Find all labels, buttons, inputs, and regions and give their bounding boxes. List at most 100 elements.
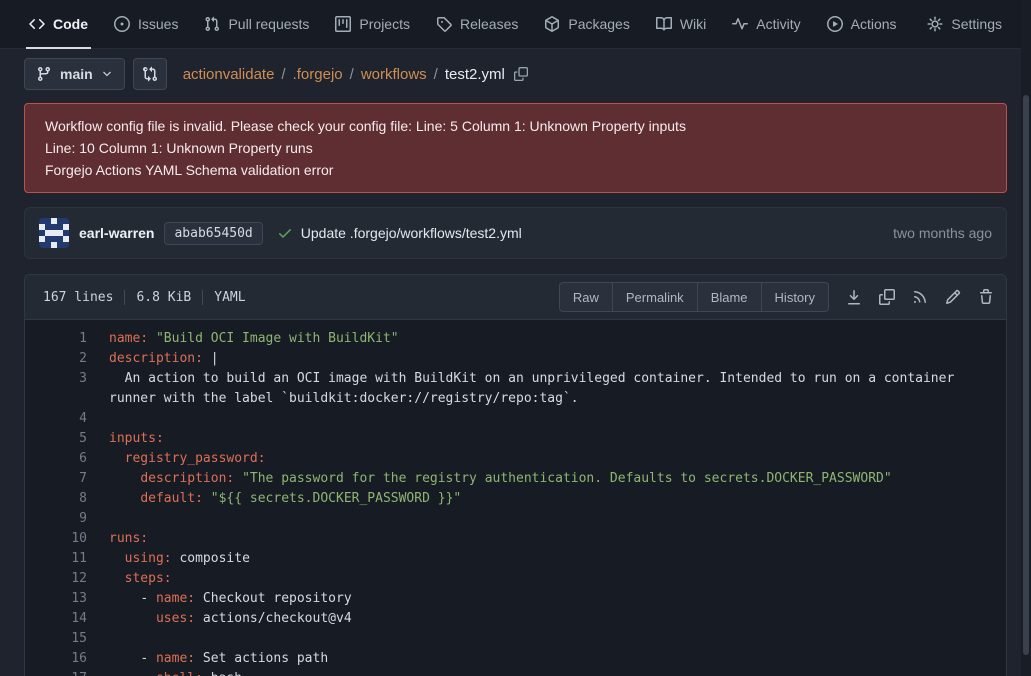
breadcrumb-separator: / xyxy=(434,66,438,83)
code-line: 3 An action to build an OCI image with B… xyxy=(25,369,1006,409)
permalink-button[interactable]: Permalink xyxy=(613,282,698,312)
line-number[interactable]: 5 xyxy=(25,429,87,449)
main-content: main actionvalidate / .forgejo / workflows / t… xyxy=(0,49,1031,676)
nav-tab-actions[interactable]: Actions xyxy=(814,0,910,48)
line-content: - name: Set actions path xyxy=(109,649,1006,669)
code-line: 4 xyxy=(25,409,1006,429)
avatar[interactable] xyxy=(39,218,69,248)
nav-tab-releases[interactable]: Releases xyxy=(423,0,531,48)
code-line: 1name: "Build OCI Image with BuildKit" xyxy=(25,329,1006,349)
nav-tab-issues[interactable]: Issues xyxy=(101,0,191,48)
code-line: 6 registry_password: xyxy=(25,449,1006,469)
line-number[interactable]: 14 xyxy=(25,609,87,629)
code-icon xyxy=(29,16,45,32)
book-icon xyxy=(656,16,672,32)
rss-button[interactable] xyxy=(912,289,928,305)
rss-icon xyxy=(912,289,928,305)
issue-icon xyxy=(114,16,130,32)
copy-path-button[interactable] xyxy=(514,67,528,81)
code-line: 7 description: "The password for the reg… xyxy=(25,469,1006,489)
line-content: using: composite xyxy=(109,549,1006,569)
play-icon xyxy=(827,16,843,32)
commit-status-check[interactable] xyxy=(277,225,293,241)
nav-tab-label: Projects xyxy=(359,16,410,32)
settings-label: Settings xyxy=(951,16,1002,32)
compare-button[interactable] xyxy=(133,58,167,90)
code-line: 11 using: composite xyxy=(25,549,1006,569)
package-icon xyxy=(544,16,560,32)
error-line: Forgejo Actions YAML Schema validation e… xyxy=(45,159,986,181)
nav-tab-code[interactable]: Code xyxy=(16,0,101,48)
line-number[interactable]: 16 xyxy=(25,649,87,669)
line-content: runs: xyxy=(109,529,1006,549)
line-number[interactable]: 15 xyxy=(25,629,87,649)
nav-tab-label: Releases xyxy=(460,16,518,32)
nav-tab-label: Wiki xyxy=(680,16,706,32)
breadcrumb-link[interactable]: workflows xyxy=(361,66,427,83)
nav-tab-activity[interactable]: Activity xyxy=(719,0,813,48)
nav-tab-settings[interactable]: Settings xyxy=(914,0,1015,48)
code-line: 10 runs: xyxy=(25,529,1006,549)
nav-tab-packages[interactable]: Packages xyxy=(531,0,642,48)
line-number[interactable]: 9 xyxy=(25,509,87,529)
history-button[interactable]: History xyxy=(762,282,829,312)
code-line: 15 xyxy=(25,629,1006,649)
breadcrumb-link[interactable]: .forgejo xyxy=(293,66,343,83)
chevron-down-icon xyxy=(101,68,113,80)
nav-tab-projects[interactable]: Projects xyxy=(322,0,423,48)
commit-author[interactable]: earl-warren xyxy=(79,225,154,241)
tag-icon xyxy=(436,16,452,32)
line-number[interactable]: 4 xyxy=(25,409,87,429)
nav-tab-label: Packages xyxy=(568,16,629,32)
edit-button[interactable] xyxy=(945,289,961,305)
download-button[interactable] xyxy=(846,289,862,305)
line-number[interactable]: 8 xyxy=(25,489,87,509)
breadcrumb-separator: / xyxy=(350,66,354,83)
scrollbar-thumb[interactable] xyxy=(1023,95,1029,655)
error-line: Workflow config file is invalid. Please … xyxy=(45,115,986,137)
line-number[interactable]: 13 xyxy=(25,589,87,609)
line-number[interactable]: 11 xyxy=(25,549,87,569)
line-content: shell: bash xyxy=(109,669,1006,676)
blame-button[interactable]: Blame xyxy=(698,282,762,312)
commit-message[interactable]: Update .forgejo/workflows/test2.yml xyxy=(301,225,522,241)
file-toolbar: main actionvalidate/.forgejo/workflows/t… xyxy=(24,58,1007,90)
line-number[interactable]: 7 xyxy=(25,469,87,489)
project-icon xyxy=(335,16,351,32)
line-number[interactable]: 1 xyxy=(25,329,87,349)
line-content xyxy=(109,629,1006,649)
branch-selector[interactable]: main xyxy=(24,58,125,90)
line-number[interactable]: 2 xyxy=(25,349,87,369)
file-size: 6.8 KiB xyxy=(136,290,191,305)
code-line: 9 xyxy=(25,509,1006,529)
nav-tab-wiki[interactable]: Wiki xyxy=(643,0,719,48)
delete-button[interactable] xyxy=(978,289,994,305)
commit-time: two months ago xyxy=(893,225,992,241)
top-nav: CodeIssuesPull requests Projects Releases P… xyxy=(0,0,1031,49)
code-line: 5inputs: xyxy=(25,429,1006,449)
raw-button[interactable]: Raw xyxy=(559,282,613,312)
commit-hash[interactable]: abab65450d xyxy=(164,222,262,245)
line-number[interactable]: 10 xyxy=(25,529,87,549)
line-number[interactable]: 3 xyxy=(25,369,87,409)
nav-tab-label: Activity xyxy=(756,16,800,32)
error-line: Line: 10 Column 1: Unknown Property runs xyxy=(45,137,986,159)
line-content: description: | xyxy=(109,349,1006,369)
line-content xyxy=(109,509,1006,529)
line-number[interactable]: 6 xyxy=(25,449,87,469)
stat-divider xyxy=(202,290,203,305)
line-number[interactable]: 17 xyxy=(25,669,87,676)
code-line: 13 - name: Checkout repository xyxy=(25,589,1006,609)
scrollbar[interactable] xyxy=(1021,0,1031,676)
line-content: uses: actions/checkout@v4 xyxy=(109,609,1006,629)
code-view: 1name: "Build OCI Image with BuildKit"2 d… xyxy=(25,320,1006,676)
nav-tab-pull-requests[interactable]: Pull requests xyxy=(191,0,322,48)
line-content: steps: xyxy=(109,569,1006,589)
nav-tab-label: Actions xyxy=(851,16,897,32)
file-line-count: 167 lines xyxy=(43,290,113,305)
line-number[interactable]: 12 xyxy=(25,569,87,589)
branch-icon xyxy=(36,66,52,82)
copy-button[interactable] xyxy=(879,289,895,305)
breadcrumb-separator: / xyxy=(281,66,285,83)
breadcrumb-link[interactable]: actionvalidate xyxy=(183,66,275,83)
